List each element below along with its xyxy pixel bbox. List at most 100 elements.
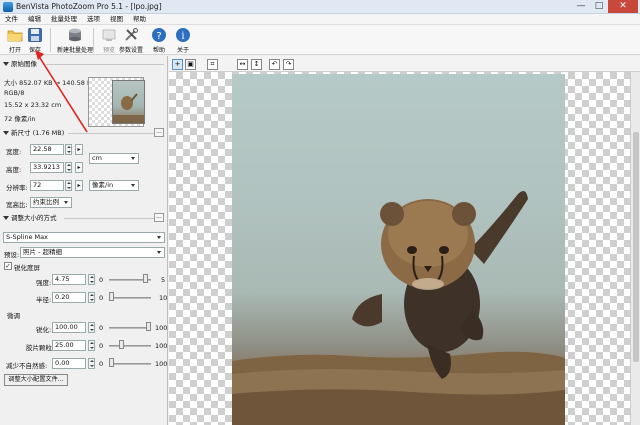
original-mode-text: RGB/8 <box>4 89 25 97</box>
aspect-ratio-select[interactable]: 约束比例 <box>30 197 72 208</box>
film-grain-slider-track[interactable] <box>109 345 151 347</box>
film-grain-label: 胶片颗粒: <box>26 344 55 352</box>
aspect-ratio-label: 宽高比: <box>6 201 28 209</box>
zoom-tool-button[interactable]: + <box>172 59 183 70</box>
minimize-button[interactable]: — <box>572 0 590 13</box>
size-unit-select[interactable]: cm <box>89 153 139 164</box>
preview-icon <box>102 29 116 41</box>
menu-help[interactable]: 帮助 <box>128 14 151 24</box>
sharpen-checkbox[interactable]: ✓ <box>4 262 12 270</box>
scrollbar-thumb[interactable] <box>633 132 639 362</box>
thumbnail-image <box>112 80 145 124</box>
radius-max: 10 <box>159 294 168 302</box>
resolution-unit-arrow[interactable]: ▸ <box>75 180 83 191</box>
app-icon <box>3 2 13 12</box>
width-label: 宽度: <box>6 148 22 156</box>
section-new-size[interactable]: 新尺寸 (1.76 MB) ... <box>2 128 166 138</box>
batch-stack-icon <box>69 28 81 42</box>
sharpness-stepper[interactable] <box>88 322 95 333</box>
original-size-text: 大小 852.07 KB → 140.58 KB <box>4 79 96 87</box>
height-label: 高度: <box>6 166 22 174</box>
menu-edit[interactable]: 编辑 <box>23 14 46 24</box>
menu-file[interactable]: 文件 <box>0 14 23 24</box>
fit-height-button[interactable]: ↕ <box>251 59 262 70</box>
save-button[interactable]: 保存 <box>22 26 48 54</box>
radius-min: 0 <box>99 294 104 302</box>
section-divider <box>68 133 154 134</box>
film-grain-input[interactable]: 25.00 <box>52 340 86 351</box>
menu-batch[interactable]: 批量处理 <box>46 14 82 24</box>
canvas-toolbar: + ▣ ⌗ ↔ ↕ ↶ ↷ <box>169 56 640 72</box>
height-stepper[interactable] <box>65 162 72 173</box>
artifact-reduction-slider-track[interactable] <box>109 363 151 365</box>
resolution-unit-select[interactable]: 像素/in <box>89 180 139 191</box>
film-grain-max: 100 <box>155 342 168 350</box>
menu-view[interactable]: 视图 <box>105 14 128 24</box>
collapse-triangle-icon <box>3 131 9 135</box>
vertical-scrollbar[interactable] <box>630 72 640 425</box>
resize-method-select[interactable]: S-Spline Max <box>3 232 165 243</box>
sharpness-slider-track[interactable] <box>109 327 151 329</box>
artifact-reduction-label: 减少不自然感: <box>6 362 48 370</box>
tools-icon <box>125 28 138 41</box>
collapse-triangle-icon <box>3 62 9 66</box>
sharpen-label: 锐化度屏 <box>14 264 40 272</box>
main-toolbar: 打开 保存 新建批量处理 预览 参数设置 ? 帮助 i 关于 <box>0 25 640 55</box>
resolution-stepper[interactable] <box>65 180 72 191</box>
cheetah-thumbnail-icon <box>113 93 144 123</box>
original-resolution-text: 72 像素/in <box>4 115 36 123</box>
radius-input[interactable]: 0.20 <box>52 292 86 303</box>
collapse-triangle-icon <box>3 216 9 220</box>
strength-input[interactable]: 4.75 <box>52 274 86 285</box>
sharpness-min: 0 <box>99 324 104 332</box>
strength-min: 0 <box>99 276 104 284</box>
crop-button[interactable]: ⌗ <box>207 59 218 70</box>
strength-slider-thumb[interactable] <box>143 274 148 283</box>
help-icon: ? <box>152 28 166 42</box>
height-input[interactable]: 33.9213 <box>30 162 64 173</box>
new-size-options-button[interactable]: ... <box>154 128 164 137</box>
rotate-left-button[interactable]: ↶ <box>269 59 280 70</box>
sharpness-input[interactable]: 100.00 <box>52 322 86 333</box>
film-grain-slider-thumb[interactable] <box>119 340 124 349</box>
original-dimensions-text: 15.52 x 23.32 cm <box>4 101 62 109</box>
menu-options[interactable]: 选项 <box>82 14 105 24</box>
resize-options-button[interactable]: ... <box>154 213 164 222</box>
resolution-label: 分辨率: <box>6 184 28 192</box>
radius-slider-track[interactable] <box>109 297 151 299</box>
cheetah-cub-image <box>232 190 565 425</box>
rotate-right-button[interactable]: ↷ <box>283 59 294 70</box>
height-unit-arrow[interactable]: ▸ <box>75 162 83 173</box>
preview-canvas[interactable] <box>169 72 630 425</box>
preset-select[interactable]: 照片 - 超精细 <box>20 247 165 258</box>
radius-slider-thumb[interactable] <box>109 292 114 301</box>
window-controls: — □ ✕ <box>572 0 638 13</box>
strength-max: 5 <box>161 276 166 284</box>
film-grain-stepper[interactable] <box>88 340 95 351</box>
sharpness-slider-thumb[interactable] <box>146 322 151 331</box>
artifact-reduction-stepper[interactable] <box>88 358 95 369</box>
radius-stepper[interactable] <box>88 292 95 303</box>
resize-profile-button[interactable]: 调整大小配置文件... <box>4 374 68 386</box>
preset-label: 预设: <box>4 251 20 259</box>
strength-stepper[interactable] <box>88 274 95 285</box>
section-resize-method[interactable]: 调整大小的方式 ... <box>2 213 166 223</box>
section-original-image[interactable]: 原始图像 <box>2 59 166 69</box>
folder-icon <box>7 30 23 42</box>
sharpness-label: 锐化: <box>36 326 52 334</box>
width-unit-arrow[interactable]: ▸ <box>75 144 83 155</box>
artifact-reduction-input[interactable]: 0.00 <box>52 358 86 369</box>
info-icon: i <box>176 28 190 42</box>
about-button[interactable]: i 关于 <box>170 26 196 54</box>
width-input[interactable]: 22.58 <box>30 144 64 155</box>
artifact-reduction-slider-thumb[interactable] <box>109 358 114 367</box>
maximize-button[interactable]: □ <box>590 0 608 13</box>
tuning-label: 微调 <box>7 312 20 320</box>
fit-width-button[interactable]: ↔ <box>237 59 248 70</box>
fit-view-button[interactable]: ▣ <box>185 59 196 70</box>
new-batch-button[interactable]: 新建批量处理 <box>57 26 93 54</box>
resolution-input[interactable]: 72 <box>30 180 64 191</box>
width-stepper[interactable] <box>65 144 72 155</box>
title-bar: BenVista PhotoZoom Pro 5.1 - [lpo.jpg] —… <box>0 0 640 14</box>
close-button[interactable]: ✕ <box>608 0 638 13</box>
